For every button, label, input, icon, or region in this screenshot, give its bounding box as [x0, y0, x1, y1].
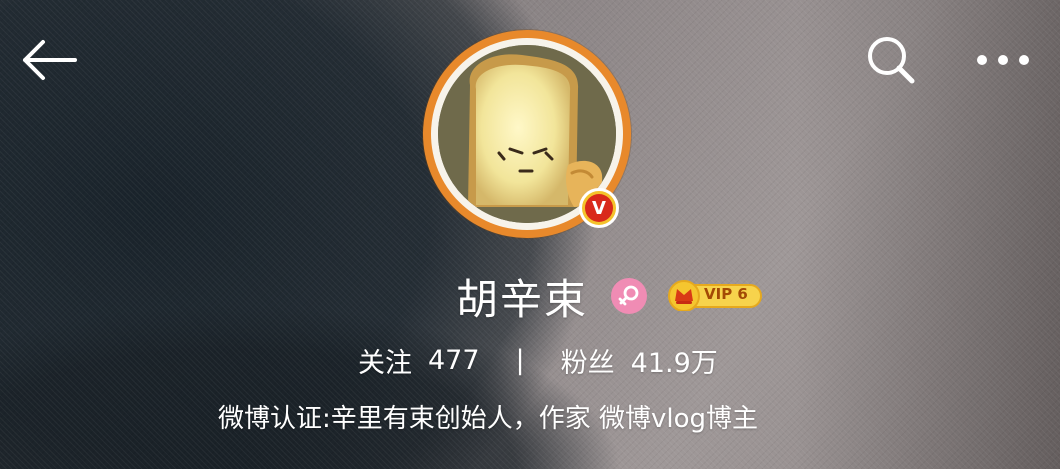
vip-badge[interactable]: VIP 6 — [667, 279, 763, 312]
following-count[interactable]: 477 — [428, 345, 480, 376]
female-icon — [611, 278, 647, 314]
followers-count[interactable]: 41.9万 — [631, 341, 718, 380]
verification-bio: 微博认证:辛里有束创始人，作家 微博vlog博主 — [218, 404, 759, 434]
stats-separator: | — [515, 344, 525, 376]
search-icon — [868, 37, 915, 84]
back-button[interactable] — [14, 30, 84, 90]
more-button[interactable] — [968, 30, 1038, 90]
vip-label: VIP 6 — [704, 285, 748, 303]
more-dots-icon — [977, 55, 1029, 65]
following-label[interactable]: 关注 — [358, 341, 412, 380]
followers-label[interactable]: 粉丝 — [561, 341, 615, 380]
verified-v-icon: V — [585, 194, 613, 222]
arrow-left-icon — [23, 40, 77, 80]
verified-badge: V — [579, 188, 619, 228]
profile-stats: 关注 477 | 粉丝 41.9万 — [358, 340, 742, 380]
profile-name: 胡辛束 — [456, 275, 589, 324]
search-button[interactable] — [858, 30, 924, 90]
